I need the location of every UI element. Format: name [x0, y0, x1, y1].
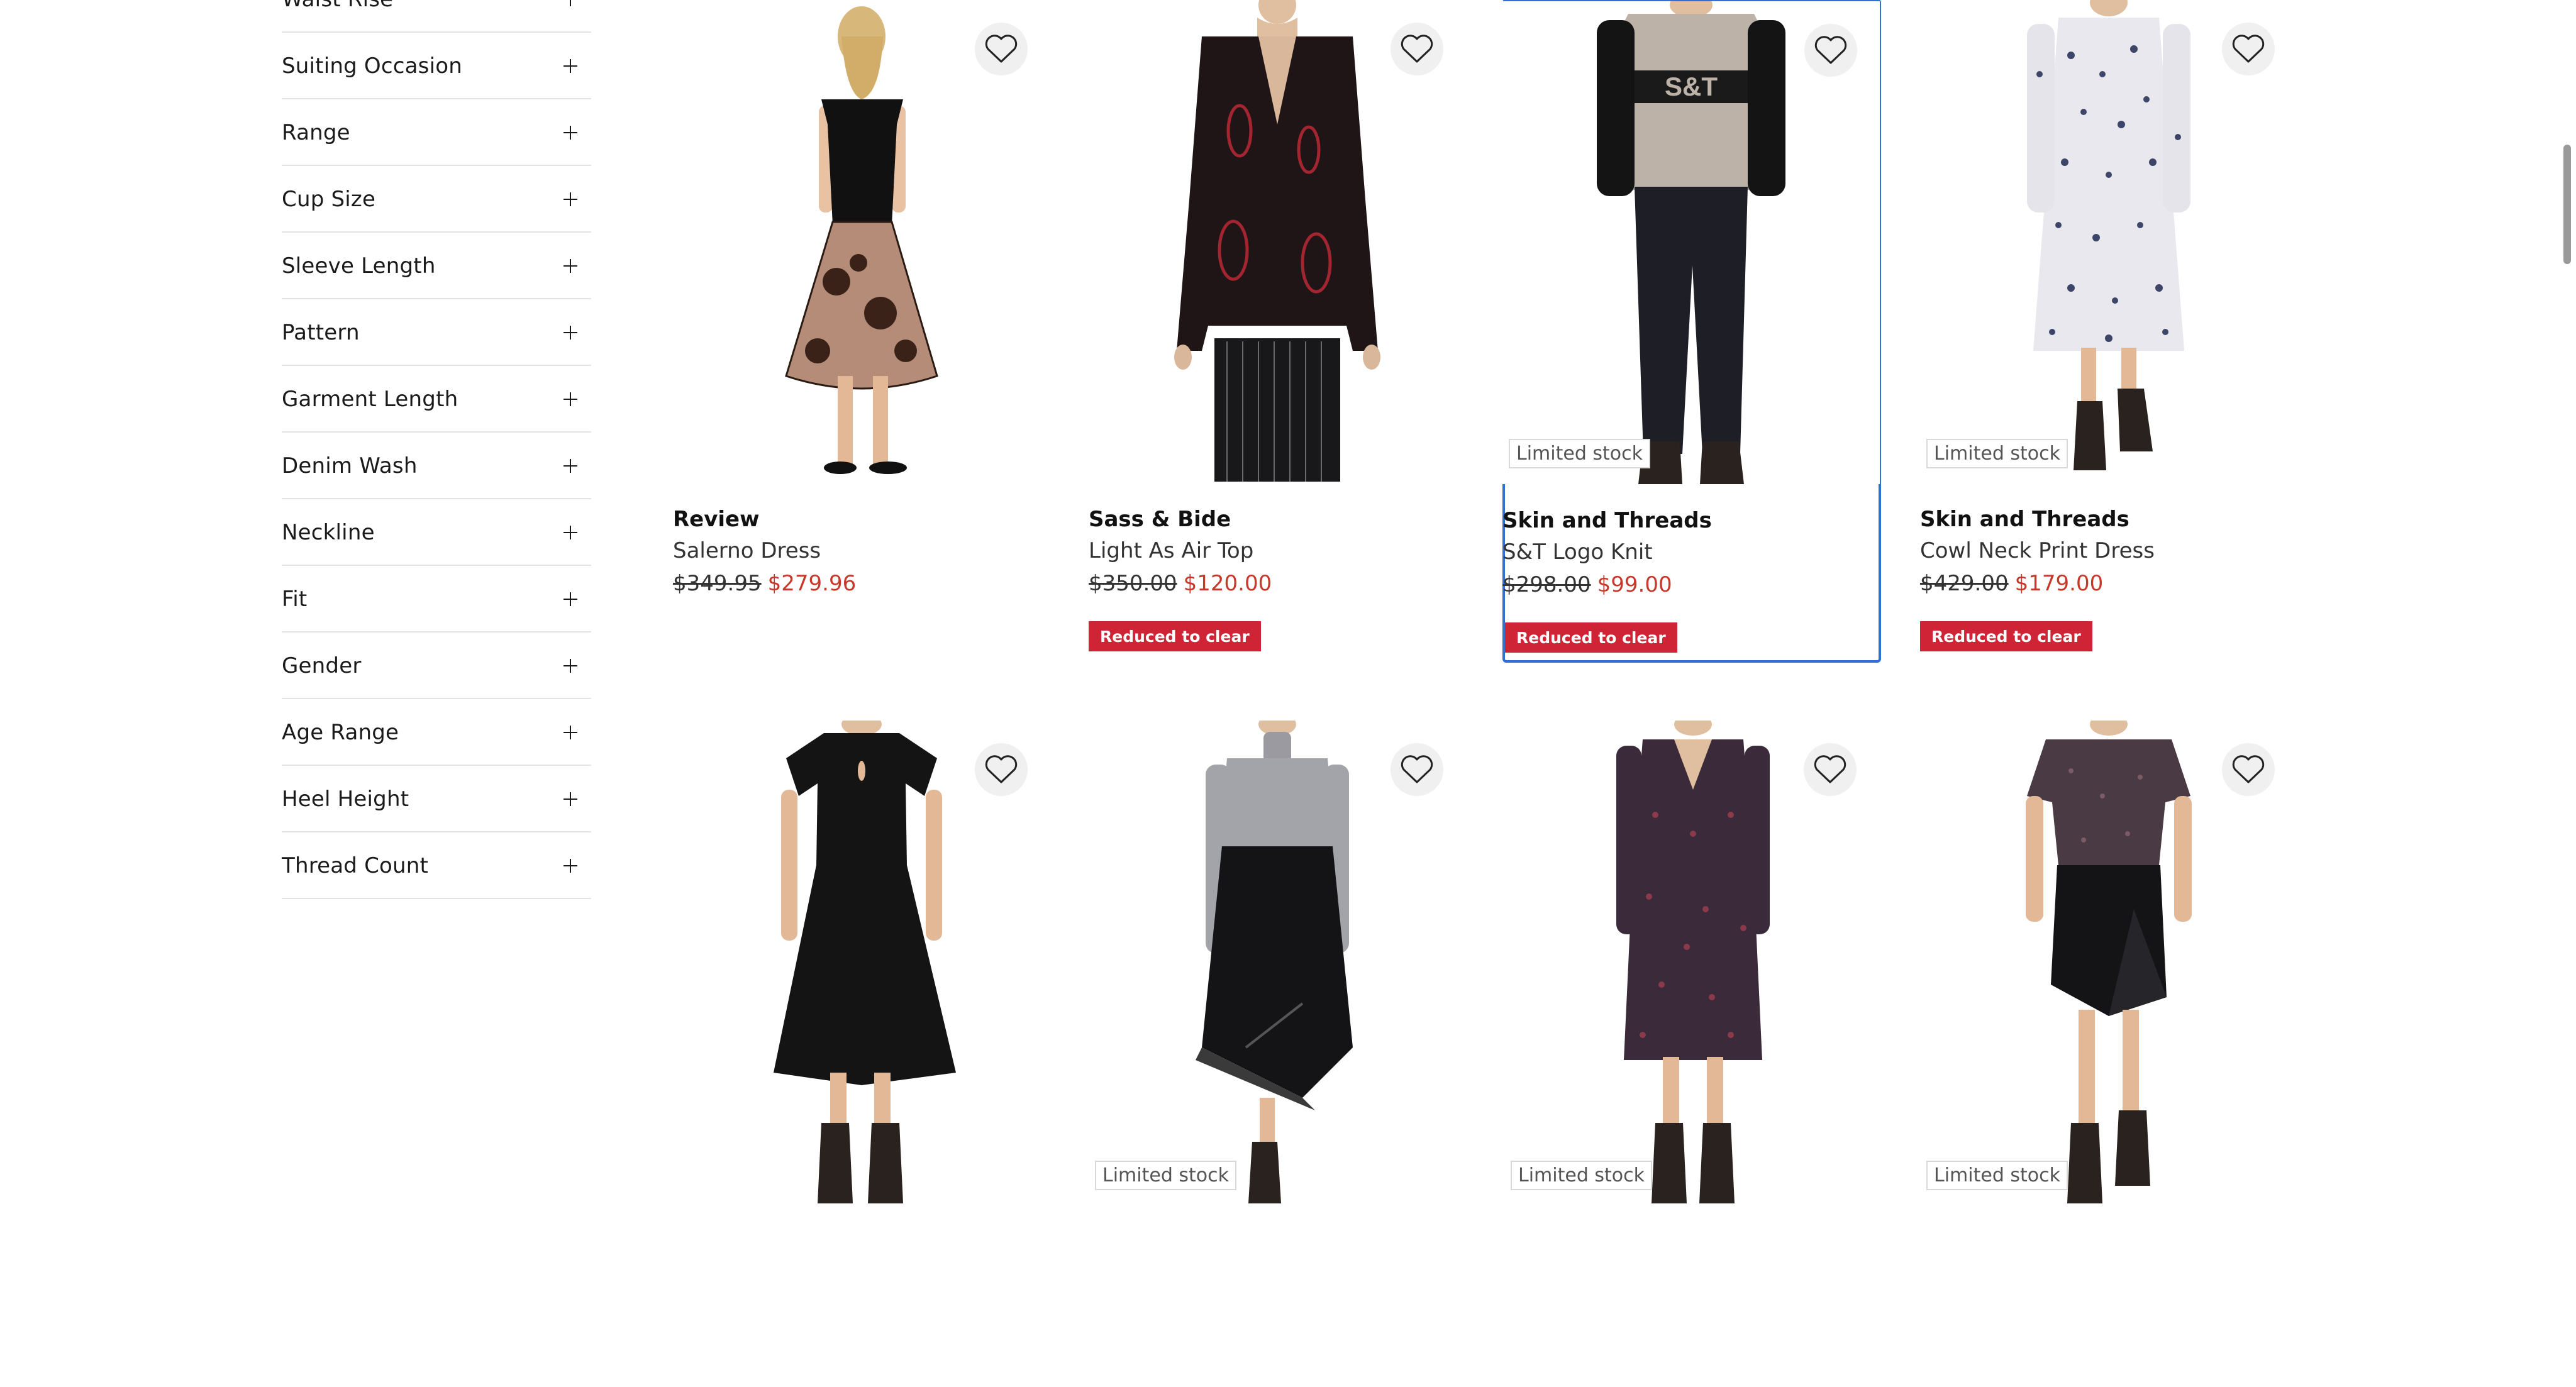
filter-fit[interactable]: Fit — [282, 567, 591, 633]
filter-garment-length[interactable]: Garment Length — [282, 367, 591, 433]
plus-icon[interactable] — [564, 592, 577, 606]
filter-label: Neckline — [282, 520, 375, 545]
original-price: $350.00 — [1089, 571, 1177, 596]
filter-age-range[interactable]: Age Range — [282, 700, 591, 766]
plus-icon[interactable] — [564, 859, 577, 873]
product-price: $298.00 $99.00 — [1502, 572, 1672, 597]
filter-label: Gender — [282, 653, 362, 678]
filter-label: Range — [282, 120, 350, 145]
original-price: $298.00 — [1502, 572, 1591, 597]
wishlist-button[interactable] — [1391, 23, 1443, 75]
product-name[interactable]: Salerno Dress — [673, 538, 821, 563]
product-brand[interactable]: Skin and Threads — [1502, 508, 1712, 533]
product-name[interactable]: S&T Logo Knit — [1502, 539, 1653, 565]
limited-stock-badge: Limited stock — [1926, 439, 2068, 468]
heart-icon — [985, 755, 1018, 783]
heart-icon — [2232, 35, 2265, 63]
filter-gender[interactable]: Gender — [282, 634, 591, 699]
product-card[interactable] — [673, 721, 1050, 1387]
filter-label: Sleeve Length — [282, 253, 436, 279]
wishlist-button[interactable] — [1804, 743, 1857, 796]
filter-neckline[interactable]: Neckline — [282, 500, 591, 566]
plus-icon[interactable] — [564, 392, 577, 406]
plus-icon[interactable] — [564, 726, 577, 739]
filter-label: Thread Count — [282, 853, 429, 878]
filter-sleeve-length[interactable]: Sleeve Length — [282, 234, 591, 299]
reduced-to-clear-tag: Reduced to clear — [1089, 621, 1261, 651]
limited-stock-badge: Limited stock — [1926, 1161, 2068, 1190]
product-price: $349.95 $279.96 — [673, 571, 856, 596]
product-brand[interactable]: Skin and Threads — [1920, 507, 2129, 532]
reduced-to-clear-tag: Reduced to clear — [1920, 621, 2092, 651]
heart-icon — [1814, 755, 1846, 783]
filter-label: Cup Size — [282, 187, 376, 212]
limited-stock-badge: Limited stock — [1511, 1161, 1653, 1190]
product-brand[interactable]: Review — [673, 507, 760, 532]
sale-price: $179.00 — [2014, 571, 2104, 596]
wishlist-button[interactable] — [975, 23, 1028, 75]
plus-icon[interactable] — [564, 59, 577, 73]
plus-icon[interactable] — [564, 0, 577, 6]
sale-price: $279.96 — [767, 571, 857, 596]
product-card[interactable]: Limited stock — [1920, 721, 2297, 1387]
product-card[interactable]: Limited stock — [1089, 721, 1466, 1387]
plus-icon[interactable] — [564, 326, 577, 340]
product-brand[interactable]: Sass & Bide — [1089, 507, 1231, 532]
limited-stock-badge: Limited stock — [1095, 1161, 1237, 1190]
heart-icon — [1401, 35, 1433, 63]
product-card[interactable]: Review Salerno Dress $349.95 $279.96 — [673, 0, 1050, 665]
original-price: $429.00 — [1920, 571, 2009, 596]
wishlist-button[interactable] — [975, 743, 1028, 796]
plus-icon[interactable] — [564, 659, 577, 673]
filter-range[interactable]: Range — [282, 101, 591, 166]
plus-icon[interactable] — [564, 126, 577, 140]
wishlist-button[interactable] — [2222, 743, 2275, 796]
product-card-selected[interactable]: S&T Limited stock Skin and Threads S&T L… — [1502, 0, 1881, 663]
filter-label: Garment Length — [282, 387, 458, 412]
filter-label: Waist Rise — [282, 0, 393, 12]
wishlist-button[interactable] — [1804, 24, 1857, 77]
heart-icon — [985, 35, 1018, 63]
filter-heel-height[interactable]: Heel Height — [282, 767, 591, 832]
heart-icon — [2232, 755, 2265, 783]
sale-price: $99.00 — [1597, 572, 1672, 597]
filter-label: Heel Height — [282, 787, 409, 812]
filter-denim-wash[interactable]: Denim Wash — [282, 434, 591, 499]
product-name[interactable]: Cowl Neck Print Dress — [1920, 538, 2155, 563]
filter-waist-rise[interactable]: Waist Rise — [282, 0, 591, 33]
original-price: $349.95 — [673, 571, 762, 596]
filter-pattern[interactable]: Pattern — [282, 301, 591, 366]
filter-label: Suiting Occasion — [282, 53, 462, 79]
heart-icon — [1401, 755, 1433, 783]
wishlist-button[interactable] — [2222, 23, 2275, 75]
plus-icon[interactable] — [564, 792, 577, 806]
filter-label: Pattern — [282, 320, 360, 345]
filter-label: Age Range — [282, 720, 399, 745]
product-card[interactable]: Limited stock — [1504, 721, 1882, 1387]
sale-price: $120.00 — [1183, 571, 1272, 596]
product-price: $429.00 $179.00 — [1920, 571, 2103, 596]
reduced-to-clear-tag: Reduced to clear — [1505, 622, 1677, 653]
scrollbar-thumb[interactable] — [2563, 145, 2571, 264]
limited-stock-badge: Limited stock — [1509, 439, 1651, 468]
filter-cup-size[interactable]: Cup Size — [282, 167, 591, 233]
knit-logo-text: S&T — [1665, 72, 1718, 101]
filter-suiting-occasion[interactable]: Suiting Occasion — [282, 34, 591, 99]
product-name[interactable]: Light As Air Top — [1089, 538, 1253, 563]
product-card[interactable]: Sass & Bide Light As Air Top $350.00 $120… — [1089, 0, 1466, 665]
product-price: $350.00 $120.00 — [1089, 571, 1272, 596]
plus-icon[interactable] — [564, 526, 577, 539]
plus-icon[interactable] — [564, 259, 577, 273]
filter-label: Fit — [282, 587, 308, 612]
wishlist-button[interactable] — [1391, 743, 1443, 796]
plus-icon[interactable] — [564, 192, 577, 206]
plus-icon[interactable] — [564, 459, 577, 473]
heart-icon — [1814, 36, 1847, 64]
filter-thread-count[interactable]: Thread Count — [282, 834, 591, 899]
filter-label: Denim Wash — [282, 453, 418, 478]
product-card[interactable]: Limited stock Skin and Threads Cowl Neck… — [1920, 0, 2297, 665]
